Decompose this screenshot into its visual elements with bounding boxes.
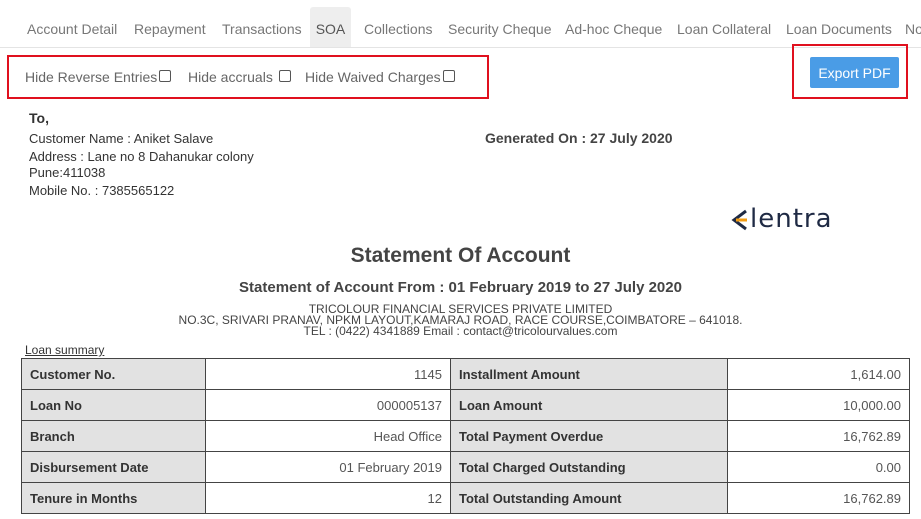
summary-value: 000005137 bbox=[205, 389, 451, 421]
summary-label: Loan Amount bbox=[450, 389, 728, 421]
summary-value: 0.00 bbox=[727, 451, 910, 483]
summary-label: Total Charged Outstanding bbox=[450, 451, 728, 483]
generated-on: Generated On : 27 July 2020 bbox=[485, 130, 673, 146]
customer-mobile: Mobile No. : 7385565122 bbox=[29, 183, 175, 198]
summary-value: 10,000.00 bbox=[727, 389, 910, 421]
customer-name: Customer Name : Aniket Salave bbox=[29, 131, 214, 146]
summary-label: Disbursement Date bbox=[21, 451, 206, 483]
summary-value: 16,762.89 bbox=[727, 482, 910, 514]
export-pdf-button[interactable]: Export PDF bbox=[810, 57, 899, 88]
statement-title: Statement Of Account bbox=[350, 244, 571, 267]
loan-summary-link[interactable]: Loan summary bbox=[25, 343, 104, 357]
table-row: Disbursement Date 01 February 2019 Total… bbox=[21, 451, 910, 483]
tab-transactions[interactable]: Transactions bbox=[222, 7, 302, 47]
summary-value: 01 February 2019 bbox=[205, 451, 451, 483]
hide-accruals-label: Hide accruals bbox=[188, 69, 273, 85]
tab-security-cheque[interactable]: Security Cheque bbox=[448, 7, 552, 47]
tab-collections[interactable]: Collections bbox=[364, 7, 432, 47]
table-row: Loan No 000005137 Loan Amount 10,000.00 bbox=[21, 389, 910, 421]
summary-label: Total Outstanding Amount bbox=[450, 482, 728, 514]
tab-loan-collateral[interactable]: Loan Collateral bbox=[677, 7, 771, 47]
tab-account-detail[interactable]: Account Detail bbox=[27, 7, 117, 47]
summary-value: 12 bbox=[205, 482, 451, 514]
company-contact: TEL : (0422) 4341889 Email : contact@tri… bbox=[303, 324, 618, 338]
hide-reverse-entries-label: Hide Reverse Entries bbox=[25, 69, 158, 85]
summary-label: Customer No. bbox=[21, 358, 206, 390]
statement-period: Statement of Account From : 01 February … bbox=[239, 279, 682, 296]
to-label: To, bbox=[29, 110, 49, 126]
tab-adhoc-cheque[interactable]: Ad-hoc Cheque bbox=[565, 7, 662, 47]
table-row: Customer No. 1145 Installment Amount 1,6… bbox=[21, 358, 910, 390]
filter-options: Hide Reverse Entries Hide accruals Hide … bbox=[7, 55, 489, 99]
logo-text: lentra bbox=[750, 204, 833, 234]
table-row: Tenure in Months 12 Total Outstanding Am… bbox=[21, 482, 910, 514]
hide-waived-charges-checkbox[interactable] bbox=[443, 70, 455, 82]
summary-label: Total Payment Overdue bbox=[450, 420, 728, 452]
summary-label: Branch bbox=[21, 420, 206, 452]
table-row: Branch Head Office Total Payment Overdue… bbox=[21, 420, 910, 452]
summary-value: 1145 bbox=[205, 358, 451, 390]
summary-value: 16,762.89 bbox=[727, 420, 910, 452]
tab-repayment[interactable]: Repayment bbox=[134, 7, 206, 47]
customer-city: Pune:411038 bbox=[29, 165, 106, 180]
lentra-mark-icon bbox=[731, 209, 747, 231]
tab-soa[interactable]: SOA bbox=[310, 7, 351, 47]
summary-label: Installment Amount bbox=[450, 358, 728, 390]
tab-bar: Account Detail Repayment Transactions SO… bbox=[0, 7, 921, 48]
summary-label: Loan No bbox=[21, 389, 206, 421]
loan-summary-table: Customer No. 1145 Installment Amount 1,6… bbox=[21, 358, 910, 514]
summary-value: 1,614.00 bbox=[727, 358, 910, 390]
hide-accruals-checkbox[interactable] bbox=[279, 70, 291, 82]
tab-overflow[interactable]: No bbox=[905, 7, 921, 47]
summary-value: Head Office bbox=[205, 420, 451, 452]
export-highlight: Export PDF bbox=[792, 44, 908, 99]
customer-address: Address : Lane no 8 Dahanukar colony bbox=[29, 149, 254, 164]
summary-label: Tenure in Months bbox=[21, 482, 206, 514]
hide-waived-charges-label: Hide Waived Charges bbox=[305, 69, 441, 85]
tab-loan-documents[interactable]: Loan Documents bbox=[786, 7, 892, 47]
hide-reverse-entries-checkbox[interactable] bbox=[159, 70, 171, 82]
